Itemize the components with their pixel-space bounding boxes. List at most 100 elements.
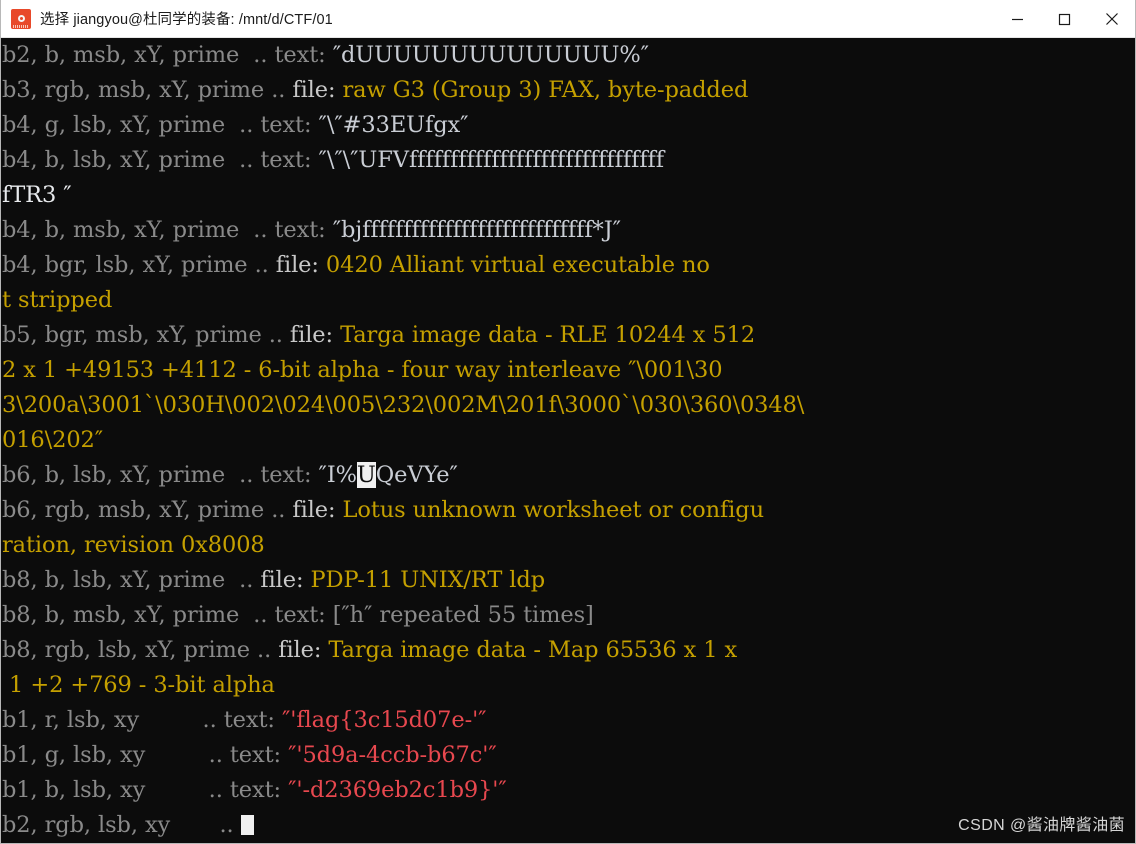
close-button[interactable] <box>1088 0 1135 38</box>
line-value: 1 +2 +769 - 3-bit alpha <box>2 672 275 698</box>
line-separator: .. <box>195 707 224 733</box>
line-label: text: <box>274 602 333 628</box>
line-value: Lotus unknown worksheet or configu <box>342 497 765 523</box>
terminal-line: b4, b, msb, xY, prime .. text: ″bjffffff… <box>2 213 1135 248</box>
line-value: ″\″#33EUfgx″ <box>318 112 469 138</box>
terminal-line: b1, g, lsb, xy .. text: ″'5d9a-4ccb-b67c… <box>2 738 1135 773</box>
line-separator: .. <box>201 777 230 803</box>
terminal-line: 3\200a\3001`\030H\002\024\005\232\002M\2… <box>2 388 1135 423</box>
title-bar: 选择 jiangyou@杜同学的装备: /mnt/d/CTF/01 <box>1 0 1135 38</box>
line-value: ″'flag{3c15d07e-'″ <box>281 707 487 733</box>
line-spec: b4, b, lsb, xY, prime <box>2 147 233 173</box>
line-spec: b2, rgb, lsb, xy <box>2 812 213 838</box>
line-separator: .. <box>201 742 230 768</box>
line-separator: .. <box>261 322 290 348</box>
line-label: text: <box>260 112 319 138</box>
line-value: ration, revision 0x8008 <box>2 532 265 558</box>
line-label: file: <box>289 322 341 348</box>
terminal-output[interactable]: b2, b, msb, xY, prime .. text: ″dUUUUUUU… <box>1 38 1135 843</box>
line-spec: b5, bgr, msb, xY, prime <box>2 322 262 348</box>
line-separator: .. <box>232 112 261 138</box>
line-spec: b1, r, lsb, xy <box>2 707 196 733</box>
line-value: t stripped <box>2 287 113 313</box>
application-window: 选择 jiangyou@杜同学的装备: /mnt/d/CTF/01 b2, b,… <box>0 0 1136 844</box>
line-label: text: <box>260 147 319 173</box>
terminal-line: b8, b, lsb, xY, prime .. file: PDP-11 UN… <box>2 563 1135 598</box>
line-value: 3\200a\3001`\030H\002\024\005\232\002M\2… <box>2 392 805 418</box>
line-separator: .. <box>247 252 276 278</box>
line-value: Targa image data - RLE 10244 x 512 <box>340 322 756 348</box>
line-spec: b3, rgb, msb, xY, prime <box>2 77 265 103</box>
terminal-line: b6, b, lsb, xY, prime .. text: ″I%UQeVYe… <box>2 458 1135 493</box>
line-label: file: <box>292 497 343 523</box>
terminal-rows: b2, b, msb, xY, prime .. text: ″dUUUUUUU… <box>2 38 1135 843</box>
line-label: file: <box>278 637 329 663</box>
terminal-line: 016\202″ <box>2 423 1135 458</box>
line-spec: b2, b, msb, xY, prime <box>2 42 247 68</box>
minimize-button[interactable] <box>994 0 1041 38</box>
terminal-line: b2, rgb, lsb, xy .. <box>2 808 1135 843</box>
line-spec: b4, g, lsb, xY, prime <box>2 112 233 138</box>
line-label: text: <box>260 462 319 488</box>
line-spec: b8, b, lsb, xY, prime <box>2 567 233 593</box>
line-separator: .. <box>212 812 241 838</box>
line-value: [″h″ repeated 55 times] <box>332 602 594 628</box>
terminal-line: b4, g, lsb, xY, prime .. text: ″\″#33EUf… <box>2 108 1135 143</box>
terminal-line: 1 +2 +769 - 3-bit alpha <box>2 668 1135 703</box>
text-cursor: U <box>356 462 376 488</box>
terminal-line: b5, bgr, msb, xY, prime .. file: Targa i… <box>2 318 1135 353</box>
window-title: 选择 jiangyou@杜同学的装备: /mnt/d/CTF/01 <box>40 12 333 28</box>
line-separator: .. <box>264 497 293 523</box>
line-value: 0420 Alliant virtual executable no <box>325 252 710 278</box>
line-value: ″\″\″UFVfffffffffffffffffffffffffffffff <box>318 147 665 173</box>
line-spec: b6, rgb, msb, xY, prime <box>2 497 265 523</box>
terminal-line: b2, b, msb, xY, prime .. text: ″dUUUUUUU… <box>2 38 1135 73</box>
line-spec: b6, b, lsb, xY, prime <box>2 462 233 488</box>
terminal-line: fTR3 ″ <box>2 178 1135 213</box>
terminal-line: 2 x 1 +49153 +4112 - 6-bit alpha - four … <box>2 353 1135 388</box>
line-separator: .. <box>246 42 275 68</box>
terminal-line: b6, rgb, msb, xY, prime .. file: Lotus u… <box>2 493 1135 528</box>
line-label: file: <box>292 77 343 103</box>
line-value: Targa image data - Map 65536 x 1 x <box>328 637 738 663</box>
maximize-button[interactable] <box>1041 0 1088 38</box>
line-spec: b4, bgr, lsb, xY, prime <box>2 252 248 278</box>
terminal-line: b4, bgr, lsb, xY, prime .. file: 0420 Al… <box>2 248 1135 283</box>
line-separator: .. <box>250 637 279 663</box>
terminal-icon <box>11 8 31 29</box>
terminal-line: b1, b, lsb, xy .. text: ″'-d2369eb2c1b9}… <box>2 773 1135 808</box>
line-value: 2 x 1 +49153 +4112 - 6-bit alpha - four … <box>2 357 723 383</box>
terminal-line: ration, revision 0x8008 <box>2 528 1135 563</box>
line-label: file: <box>275 252 326 278</box>
line-label: text: <box>274 42 333 68</box>
line-separator: .. <box>232 147 261 173</box>
line-value: 016\202″ <box>2 427 104 453</box>
terminal-line: b3, rgb, msb, xY, prime .. file: raw G3 … <box>2 73 1135 108</box>
line-value: ″bjffffffffffffffffffffffffffff*J″ <box>332 217 621 243</box>
line-separator: .. <box>246 602 275 628</box>
close-icon <box>1105 13 1118 25</box>
line-spec: b8, rgb, lsb, xY, prime <box>2 637 250 663</box>
line-label: text: <box>229 742 289 768</box>
line-label: text: <box>229 777 289 803</box>
line-separator: .. <box>264 77 293 103</box>
line-value: ″'-d2369eb2c1b9}'″ <box>288 777 507 803</box>
line-value: PDP-11 UNIX/RT ldp <box>310 567 546 593</box>
line-value: raw G3 (Group 3) FAX, byte-padded <box>342 77 756 103</box>
line-spec: b8, b, msb, xY, prime <box>2 602 247 628</box>
line-value: ″'5d9a-4ccb-b67c'″ <box>288 742 497 768</box>
line-spec: b1, g, lsb, xy <box>2 742 202 768</box>
line-value: ″I% <box>318 462 357 488</box>
line-label: text: <box>223 707 282 733</box>
line-label: file: <box>260 567 311 593</box>
terminal-scrollbar[interactable] <box>1133 38 1135 843</box>
terminal-line: t stripped <box>2 283 1135 318</box>
terminal-line: b8, rgb, lsb, xY, prime .. file: Targa i… <box>2 633 1135 668</box>
line-value: ″dUUUUUUUUUUUUUU%″ <box>332 42 649 68</box>
window-controls <box>994 0 1135 38</box>
minimize-icon <box>1012 18 1023 20</box>
maximize-icon <box>1058 13 1071 25</box>
line-label: text: <box>274 217 333 243</box>
line-value: fTR3 ″ <box>2 182 72 208</box>
line-separator: .. <box>246 217 275 243</box>
